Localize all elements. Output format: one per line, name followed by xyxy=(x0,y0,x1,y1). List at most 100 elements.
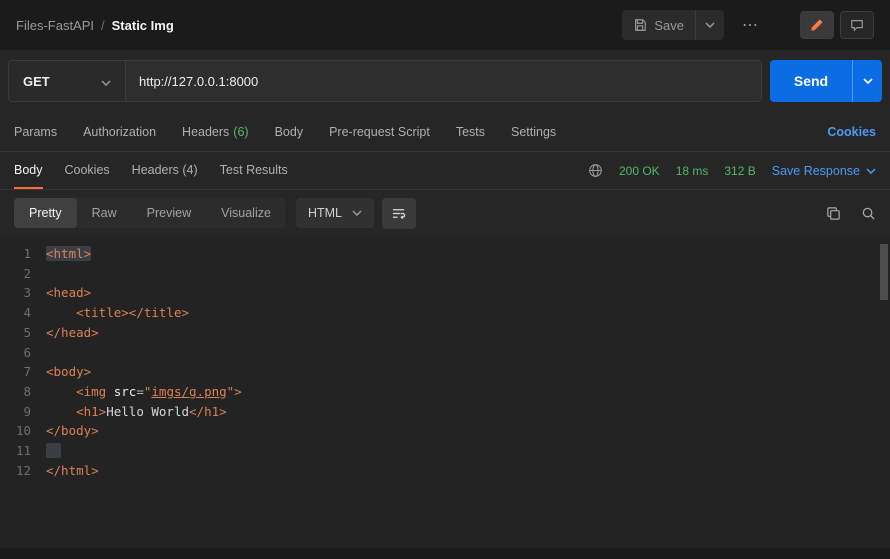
response-tabs: Body Cookies Headers (4) Test Results xyxy=(14,152,288,189)
send-button[interactable]: Send xyxy=(770,60,882,102)
code-content: <head> xyxy=(46,283,91,303)
chevron-down-icon xyxy=(862,78,873,84)
code-line: 7 <body> xyxy=(0,362,890,382)
code-content: <img src="imgs/g.png"> xyxy=(46,382,242,402)
code-line: 6 xyxy=(0,343,890,363)
save-dropdown-button[interactable] xyxy=(695,10,724,40)
line-number: 1 xyxy=(23,246,31,261)
line-number: 9 xyxy=(23,403,31,419)
code-content: </head> xyxy=(46,323,99,343)
chevron-down-icon xyxy=(352,210,362,216)
response-meta: 200 OK 18 ms 312 B Save Response xyxy=(588,163,876,178)
response-tab-test-results[interactable]: Test Results xyxy=(220,152,288,189)
code-line: 1 <html> xyxy=(0,244,890,264)
code-content: </html> xyxy=(46,461,99,481)
save-button[interactable]: Save xyxy=(622,10,724,40)
globe-icon[interactable] xyxy=(588,163,603,178)
url-input[interactable] xyxy=(126,61,761,101)
response-body-code[interactable]: 1 <html> 2 3 <head> 4 <title></title> 5 </head>… xyxy=(0,236,890,548)
code-token: <body> xyxy=(46,364,92,380)
send-button-label[interactable]: Send xyxy=(770,60,852,102)
response-time: 18 ms xyxy=(675,163,709,178)
breadcrumb: Files-FastAPI / Static Img xyxy=(16,18,174,33)
line-number: 3 xyxy=(23,285,31,301)
chevron-down-icon xyxy=(101,74,111,89)
word-wrap-button[interactable] xyxy=(381,197,416,229)
response-tab-headers[interactable]: Headers (4) xyxy=(132,152,198,189)
mode-raw[interactable]: Raw xyxy=(77,198,132,228)
tab-body[interactable]: Body xyxy=(275,125,304,139)
request-url-row: GET Send xyxy=(0,50,890,112)
edit-documentation-button[interactable] xyxy=(800,11,834,39)
topbar-actions: Save ⋯ xyxy=(622,10,874,40)
search-icon[interactable] xyxy=(861,206,876,221)
response-header: Body Cookies Headers (4) Test Results 20… xyxy=(0,152,890,190)
response-tab-cookies[interactable]: Cookies xyxy=(65,152,110,189)
right-panel-toggles xyxy=(800,11,874,39)
line-number: 11 xyxy=(15,443,31,459)
code-line: 12 </html> xyxy=(0,461,890,481)
chevron-down-icon xyxy=(866,167,876,174)
method-select[interactable]: GET xyxy=(9,61,126,101)
response-size: 312 B xyxy=(724,163,756,178)
breadcrumb-separator: / xyxy=(101,17,105,33)
text-wrap-icon xyxy=(393,208,406,219)
pencil-icon xyxy=(811,19,823,31)
code-token: <title></title> xyxy=(76,305,189,321)
code-token: Hello World xyxy=(106,403,190,419)
code-token: </h1> xyxy=(189,403,227,419)
comment-icon xyxy=(851,20,863,32)
breadcrumb-workspace[interactable]: Files-FastAPI xyxy=(16,18,94,33)
chevron-down-icon xyxy=(705,22,715,28)
response-tab-body[interactable]: Body xyxy=(14,152,43,189)
tab-tests[interactable]: Tests xyxy=(456,125,485,139)
save-response-button[interactable]: Save Response xyxy=(772,164,876,178)
code-content xyxy=(46,441,62,461)
code-line: 5 </head> xyxy=(0,323,890,343)
language-select[interactable]: HTML xyxy=(295,198,374,228)
code-content: <body> xyxy=(46,362,91,382)
view-mode-group: Pretty Raw Preview Visualize xyxy=(14,198,286,228)
code-line: 4 <title></title> xyxy=(0,303,890,323)
code-token xyxy=(46,443,62,459)
code-token: </html> xyxy=(46,462,99,478)
tab-settings[interactable]: Settings xyxy=(511,125,556,139)
status-bar xyxy=(0,548,890,559)
tab-headers[interactable]: Headers (6) xyxy=(182,125,249,139)
save-button-label: Save xyxy=(654,17,684,33)
comments-button[interactable] xyxy=(840,11,874,39)
scrollbar-thumb[interactable] xyxy=(880,244,888,300)
more-options-button[interactable]: ⋯ xyxy=(736,15,766,35)
tab-authorization[interactable]: Authorization xyxy=(83,125,156,139)
code-content: <title></title> xyxy=(46,303,189,323)
top-bar: Files-FastAPI / Static Img Save ⋯ xyxy=(0,0,890,50)
code-content: </body> xyxy=(46,421,99,441)
line-number: 4 xyxy=(23,305,31,321)
save-button-main[interactable]: Save xyxy=(622,10,695,40)
code-lines: 1 <html> 2 3 <head> 4 <title></title> 5 </head>… xyxy=(0,244,890,480)
breadcrumb-request-name: Static Img xyxy=(111,17,174,33)
line-number: 10 xyxy=(15,423,31,439)
code-token: src xyxy=(113,383,137,399)
cookies-link[interactable]: Cookies xyxy=(827,125,876,139)
tab-headers-label: Headers xyxy=(182,124,230,139)
status-badge: 200 OK xyxy=(618,163,660,178)
tab-params[interactable]: Params xyxy=(14,125,57,139)
save-response-label: Save Response xyxy=(771,163,860,178)
code-line: 8 <img src="imgs/g.png"> xyxy=(0,382,890,402)
line-number: 5 xyxy=(23,324,31,340)
mode-pretty[interactable]: Pretty xyxy=(14,198,77,228)
send-dropdown-button[interactable] xyxy=(852,60,882,102)
postman-app: Files-FastAPI / Static Img Save ⋯ GET ht… xyxy=(0,0,890,559)
method-label: GET xyxy=(23,73,50,89)
code-token: <h1> xyxy=(76,403,107,419)
code-content: <html> xyxy=(46,244,92,264)
code-line: 11 xyxy=(0,441,890,461)
mode-preview[interactable]: Preview xyxy=(132,198,206,228)
code-link[interactable]: imgs/g.png xyxy=(151,384,226,399)
code-line: 2 xyxy=(0,264,890,284)
mode-visualize[interactable]: Visualize xyxy=(206,198,286,228)
copy-icon[interactable] xyxy=(826,206,841,221)
tab-pre-request-script[interactable]: Pre-request Script xyxy=(329,125,430,139)
